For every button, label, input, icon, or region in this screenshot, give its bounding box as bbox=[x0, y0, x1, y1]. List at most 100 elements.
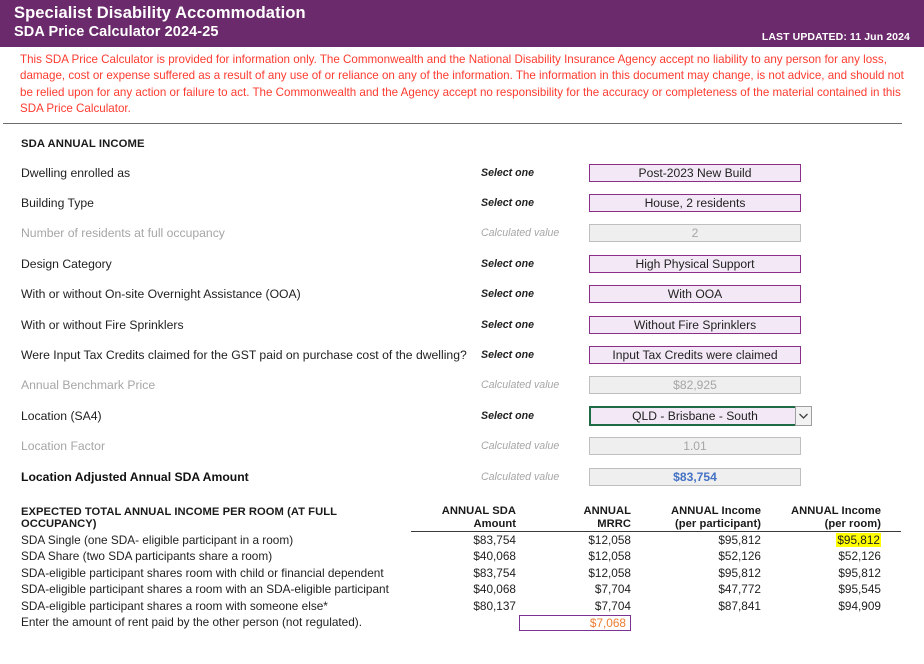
row-per-participant: $47,772 bbox=[631, 581, 761, 597]
table-header-per-room-line2: (per room) bbox=[761, 518, 881, 532]
row-mrrc: $12,058 bbox=[516, 548, 631, 564]
label-number-of-residents: Number of residents at full occupancy bbox=[21, 226, 225, 240]
row-sda-amount: $40,068 bbox=[411, 581, 516, 597]
table-row: SDA-eligible participant shares a room w… bbox=[21, 581, 901, 597]
rent-row-label: Enter the amount of rent paid by the oth… bbox=[21, 614, 411, 630]
form-row-design-category: Design Category Select one High Physical… bbox=[0, 255, 924, 285]
hint-number-of-residents: Calculated value bbox=[481, 227, 559, 239]
hint-dwelling-enrolled-as: Select one bbox=[481, 167, 534, 179]
row-per-room: $95,545 bbox=[761, 581, 881, 597]
row-per-participant: $52,126 bbox=[631, 548, 761, 564]
hint-location-factor: Calculated value bbox=[481, 440, 559, 452]
form-row-on-site-overnight-assistance: With or without On-site Overnight Assist… bbox=[0, 285, 924, 315]
form-row-location-sa4: Location (SA4) Select one QLD - Brisbane… bbox=[0, 407, 924, 437]
row-per-room: $94,909 bbox=[761, 598, 881, 614]
row-sda-amount: $80,137 bbox=[411, 598, 516, 614]
row-description: SDA Share (two SDA participants share a … bbox=[21, 548, 411, 564]
select-input-tax-credits[interactable]: Input Tax Credits were claimed bbox=[589, 346, 801, 364]
row-sda-amount: $40,068 bbox=[411, 548, 516, 564]
label-dwelling-enrolled-as: Dwelling enrolled as bbox=[21, 166, 130, 180]
form-row-dwelling-enrolled-as: Dwelling enrolled as Select one Post-202… bbox=[0, 164, 924, 194]
row-description: SDA-eligible participant shares a room w… bbox=[21, 598, 411, 614]
select-building-type[interactable]: House, 2 residents bbox=[589, 194, 801, 212]
select-on-site-overnight-assistance[interactable]: With OOA bbox=[589, 285, 801, 303]
hint-building-type: Select one bbox=[481, 197, 534, 209]
row-spacer bbox=[881, 548, 901, 564]
row-description: SDA Single (one SDA- eligible participan… bbox=[21, 532, 411, 549]
select-location-sa4[interactable]: QLD - Brisbane - South bbox=[589, 406, 801, 426]
location-sa4-dropdown-button[interactable] bbox=[795, 406, 812, 426]
highlighted-value: $95,812 bbox=[836, 533, 881, 547]
table-header-per-participant-line2: (per participant) bbox=[631, 518, 761, 532]
row-spacer bbox=[881, 598, 901, 614]
form-row-number-of-residents: Number of residents at full occupancy Ca… bbox=[0, 224, 924, 254]
expected-annual-income-table: EXPECTED TOTAL ANNUAL INCOME PER ROOM (A… bbox=[21, 505, 901, 630]
hint-on-site-overnight-assistance: Select one bbox=[481, 288, 534, 300]
table-header-mrrc-line1: ANNUAL bbox=[516, 505, 631, 518]
chevron-down-icon bbox=[799, 413, 808, 419]
form-row-fire-sprinklers: With or without Fire Sprinklers Select o… bbox=[0, 316, 924, 346]
table-header-mrrc-line2: MRRC bbox=[516, 518, 631, 532]
row-description: SDA-eligible participant shares a room w… bbox=[21, 581, 411, 597]
sda-annual-income-form: SDA ANNUAL INCOME Dwelling enrolled as S… bbox=[0, 124, 924, 498]
value-location-adjusted-annual-sda-amount: $83,754 bbox=[589, 468, 801, 486]
form-row-building-type: Building Type Select one House, 2 reside… bbox=[0, 194, 924, 224]
table-row: SDA-eligible participant shares room wit… bbox=[21, 565, 901, 581]
row-description: SDA-eligible participant shares room wit… bbox=[21, 565, 411, 581]
row-spacer bbox=[881, 565, 901, 581]
row-per-room: $95,812 bbox=[761, 532, 881, 549]
form-row-location-adjusted-annual-sda-amount: Location Adjusted Annual SDA Amount Calc… bbox=[0, 468, 924, 498]
table-header-description: EXPECTED TOTAL ANNUAL INCOME PER ROOM (A… bbox=[21, 505, 411, 532]
row-mrrc: $12,058 bbox=[516, 532, 631, 549]
label-annual-benchmark-price: Annual Benchmark Price bbox=[21, 378, 155, 392]
row-spacer bbox=[881, 581, 901, 597]
label-input-tax-credits: Were Input Tax Credits claimed for the G… bbox=[21, 348, 467, 362]
select-dwelling-enrolled-as[interactable]: Post-2023 New Build bbox=[589, 164, 801, 182]
select-fire-sprinklers[interactable]: Without Fire Sprinklers bbox=[589, 316, 801, 334]
table-header-row-1: EXPECTED TOTAL ANNUAL INCOME PER ROOM (A… bbox=[21, 505, 901, 518]
row-sda-amount: $83,754 bbox=[411, 532, 516, 549]
select-design-category[interactable]: High Physical Support bbox=[589, 255, 801, 273]
hint-design-category: Select one bbox=[481, 258, 534, 270]
label-design-category: Design Category bbox=[21, 257, 112, 271]
form-row-location-factor: Location Factor Calculated value 1.01 bbox=[0, 437, 924, 467]
rent-row-spacer-1 bbox=[411, 614, 516, 630]
table-row: SDA Share (two SDA participants share a … bbox=[21, 548, 901, 564]
row-sda-amount: $83,754 bbox=[411, 565, 516, 581]
row-mrrc: $7,704 bbox=[516, 581, 631, 597]
table-body: SDA Single (one SDA- eligible participan… bbox=[21, 532, 901, 631]
label-on-site-overnight-assistance: With or without On-site Overnight Assist… bbox=[21, 287, 301, 301]
row-per-room: $95,812 bbox=[761, 565, 881, 581]
label-building-type: Building Type bbox=[21, 196, 94, 210]
table-header-sda-amount-line1: ANNUAL SDA bbox=[411, 505, 516, 518]
row-spacer bbox=[881, 532, 901, 549]
value-location-factor: 1.01 bbox=[589, 437, 801, 455]
label-location-factor: Location Factor bbox=[21, 439, 105, 453]
hint-location-adjusted-annual-sda-amount: Calculated value bbox=[481, 471, 559, 483]
rent-row-spacer-3 bbox=[761, 614, 881, 630]
row-mrrc: $12,058 bbox=[516, 565, 631, 581]
table-header-per-room-line1: ANNUAL Income bbox=[761, 505, 881, 518]
disclaimer-text: This SDA Price Calculator is provided fo… bbox=[0, 47, 920, 122]
label-location-sa4: Location (SA4) bbox=[21, 409, 102, 423]
row-mrrc: $7,704 bbox=[516, 598, 631, 614]
form-row-input-tax-credits: Were Input Tax Credits claimed for the G… bbox=[0, 346, 924, 376]
label-location-adjusted-annual-sda-amount: Location Adjusted Annual SDA Amount bbox=[21, 470, 249, 484]
row-per-room: $52,126 bbox=[761, 548, 881, 564]
hint-annual-benchmark-price: Calculated value bbox=[481, 379, 559, 391]
last-updated-label: LAST UPDATED: 11 Jun 2024 bbox=[762, 31, 910, 43]
table-header-sda-amount-line2: Amount bbox=[411, 518, 516, 532]
table-header-per-participant-line1: ANNUAL Income bbox=[631, 505, 761, 518]
form-row-annual-benchmark-price: Annual Benchmark Price Calculated value … bbox=[0, 376, 924, 406]
row-per-participant: $95,812 bbox=[631, 565, 761, 581]
row-per-participant: $95,812 bbox=[631, 532, 761, 549]
row-per-participant: $87,841 bbox=[631, 598, 761, 614]
section-title-sda-annual-income: SDA ANNUAL INCOME bbox=[0, 138, 924, 150]
rent-row-spacer-4 bbox=[881, 614, 901, 630]
hint-location-sa4: Select one bbox=[481, 410, 534, 422]
page-title: Specialist Disability Accommodation bbox=[14, 3, 924, 23]
hint-fire-sprinklers: Select one bbox=[481, 319, 534, 331]
rent-input-cell: $7,068 bbox=[516, 614, 631, 630]
hint-input-tax-credits: Select one bbox=[481, 349, 534, 361]
rent-amount-input[interactable]: $7,068 bbox=[519, 615, 631, 631]
